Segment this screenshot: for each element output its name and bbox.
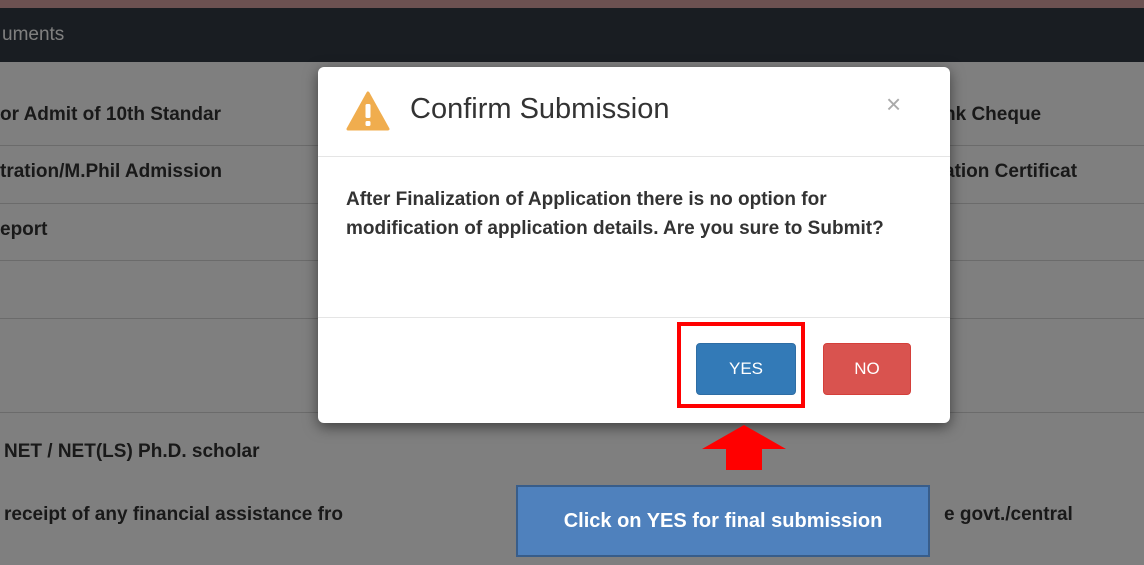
instruction-callout: Click on YES for final submission bbox=[516, 485, 930, 557]
dialog-footer-divider bbox=[318, 317, 950, 318]
dialog-message: After Finalization of Application there … bbox=[346, 189, 884, 239]
close-icon[interactable]: × bbox=[886, 89, 901, 120]
no-button[interactable]: NO bbox=[823, 343, 911, 395]
confirm-submission-dialog: Confirm Submission × After Finalization … bbox=[318, 67, 950, 423]
dialog-header: Confirm Submission × bbox=[318, 67, 950, 157]
arrow-up-icon bbox=[702, 425, 786, 470]
dialog-title: Confirm Submission bbox=[410, 93, 670, 125]
yes-highlight-box bbox=[677, 322, 805, 408]
page: uments or Admit of 10th Standar tration/… bbox=[0, 0, 1144, 565]
warning-icon bbox=[346, 91, 390, 131]
